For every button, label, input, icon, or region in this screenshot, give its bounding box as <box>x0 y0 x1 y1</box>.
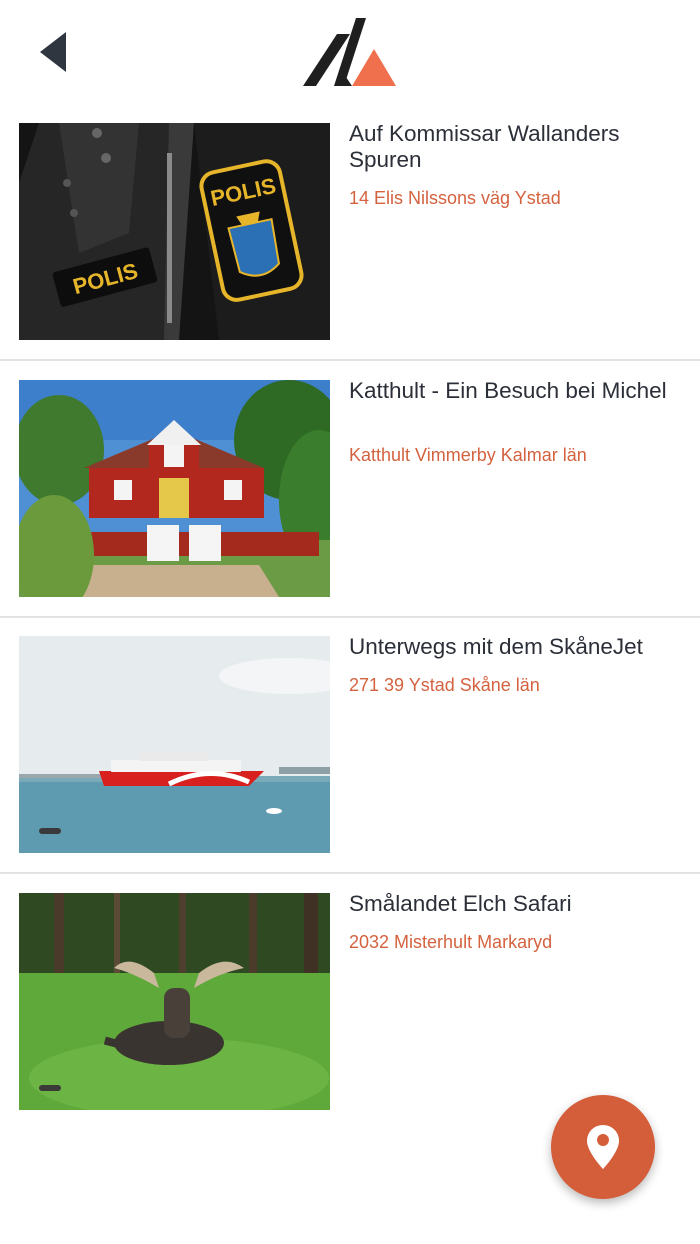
red-house-photo <box>19 379 330 597</box>
item-address: Katthult Vimmerby Kalmar län <box>349 444 587 465</box>
map-button[interactable] <box>551 1095 655 1199</box>
list-item[interactable]: Unterwegs mit dem SkåneJet 271 39 Ystad … <box>0 634 700 893</box>
item-image <box>19 379 330 597</box>
map-pin-icon <box>587 1125 619 1169</box>
back-button[interactable] <box>30 22 80 82</box>
police-jacket-photo: POLIS POLIS <box>19 123 330 340</box>
ferry-photo <box>19 636 330 853</box>
list-divider <box>0 615 700 618</box>
item-title: Unterwegs mit dem SkåneJet <box>349 634 643 659</box>
item-title: Katthult - Ein Besuch bei Michel <box>349 377 667 403</box>
chevron-left-icon <box>40 32 66 72</box>
item-address: 14 Elis Nilssons väg Ystad <box>349 188 561 208</box>
list-divider <box>0 359 700 361</box>
item-image: POLIS POLIS <box>19 123 330 340</box>
item-title: Auf Kommissar Wallanders Spuren <box>349 121 620 172</box>
attractions-list: POLIS POLIS Auf Kommissar Wallanders Spu… <box>0 121 700 1149</box>
list-divider <box>0 872 700 874</box>
item-title: Smålandet Elch Safari <box>349 890 572 916</box>
item-image <box>19 636 330 853</box>
item-address: 2032 Misterhult Markaryd <box>349 931 553 952</box>
moose-photo <box>19 892 330 1110</box>
app-logo <box>300 16 400 90</box>
mountain-logo <box>303 18 396 86</box>
item-image <box>19 892 330 1110</box>
list-item[interactable]: Katthult - Ein Besuch bei Michel Katthul… <box>0 377 700 637</box>
app-header <box>0 0 700 110</box>
item-address: 271 39 Ystad Skåne län <box>349 675 540 695</box>
list-item[interactable]: POLIS POLIS Auf Kommissar Wallanders Spu… <box>0 121 700 380</box>
